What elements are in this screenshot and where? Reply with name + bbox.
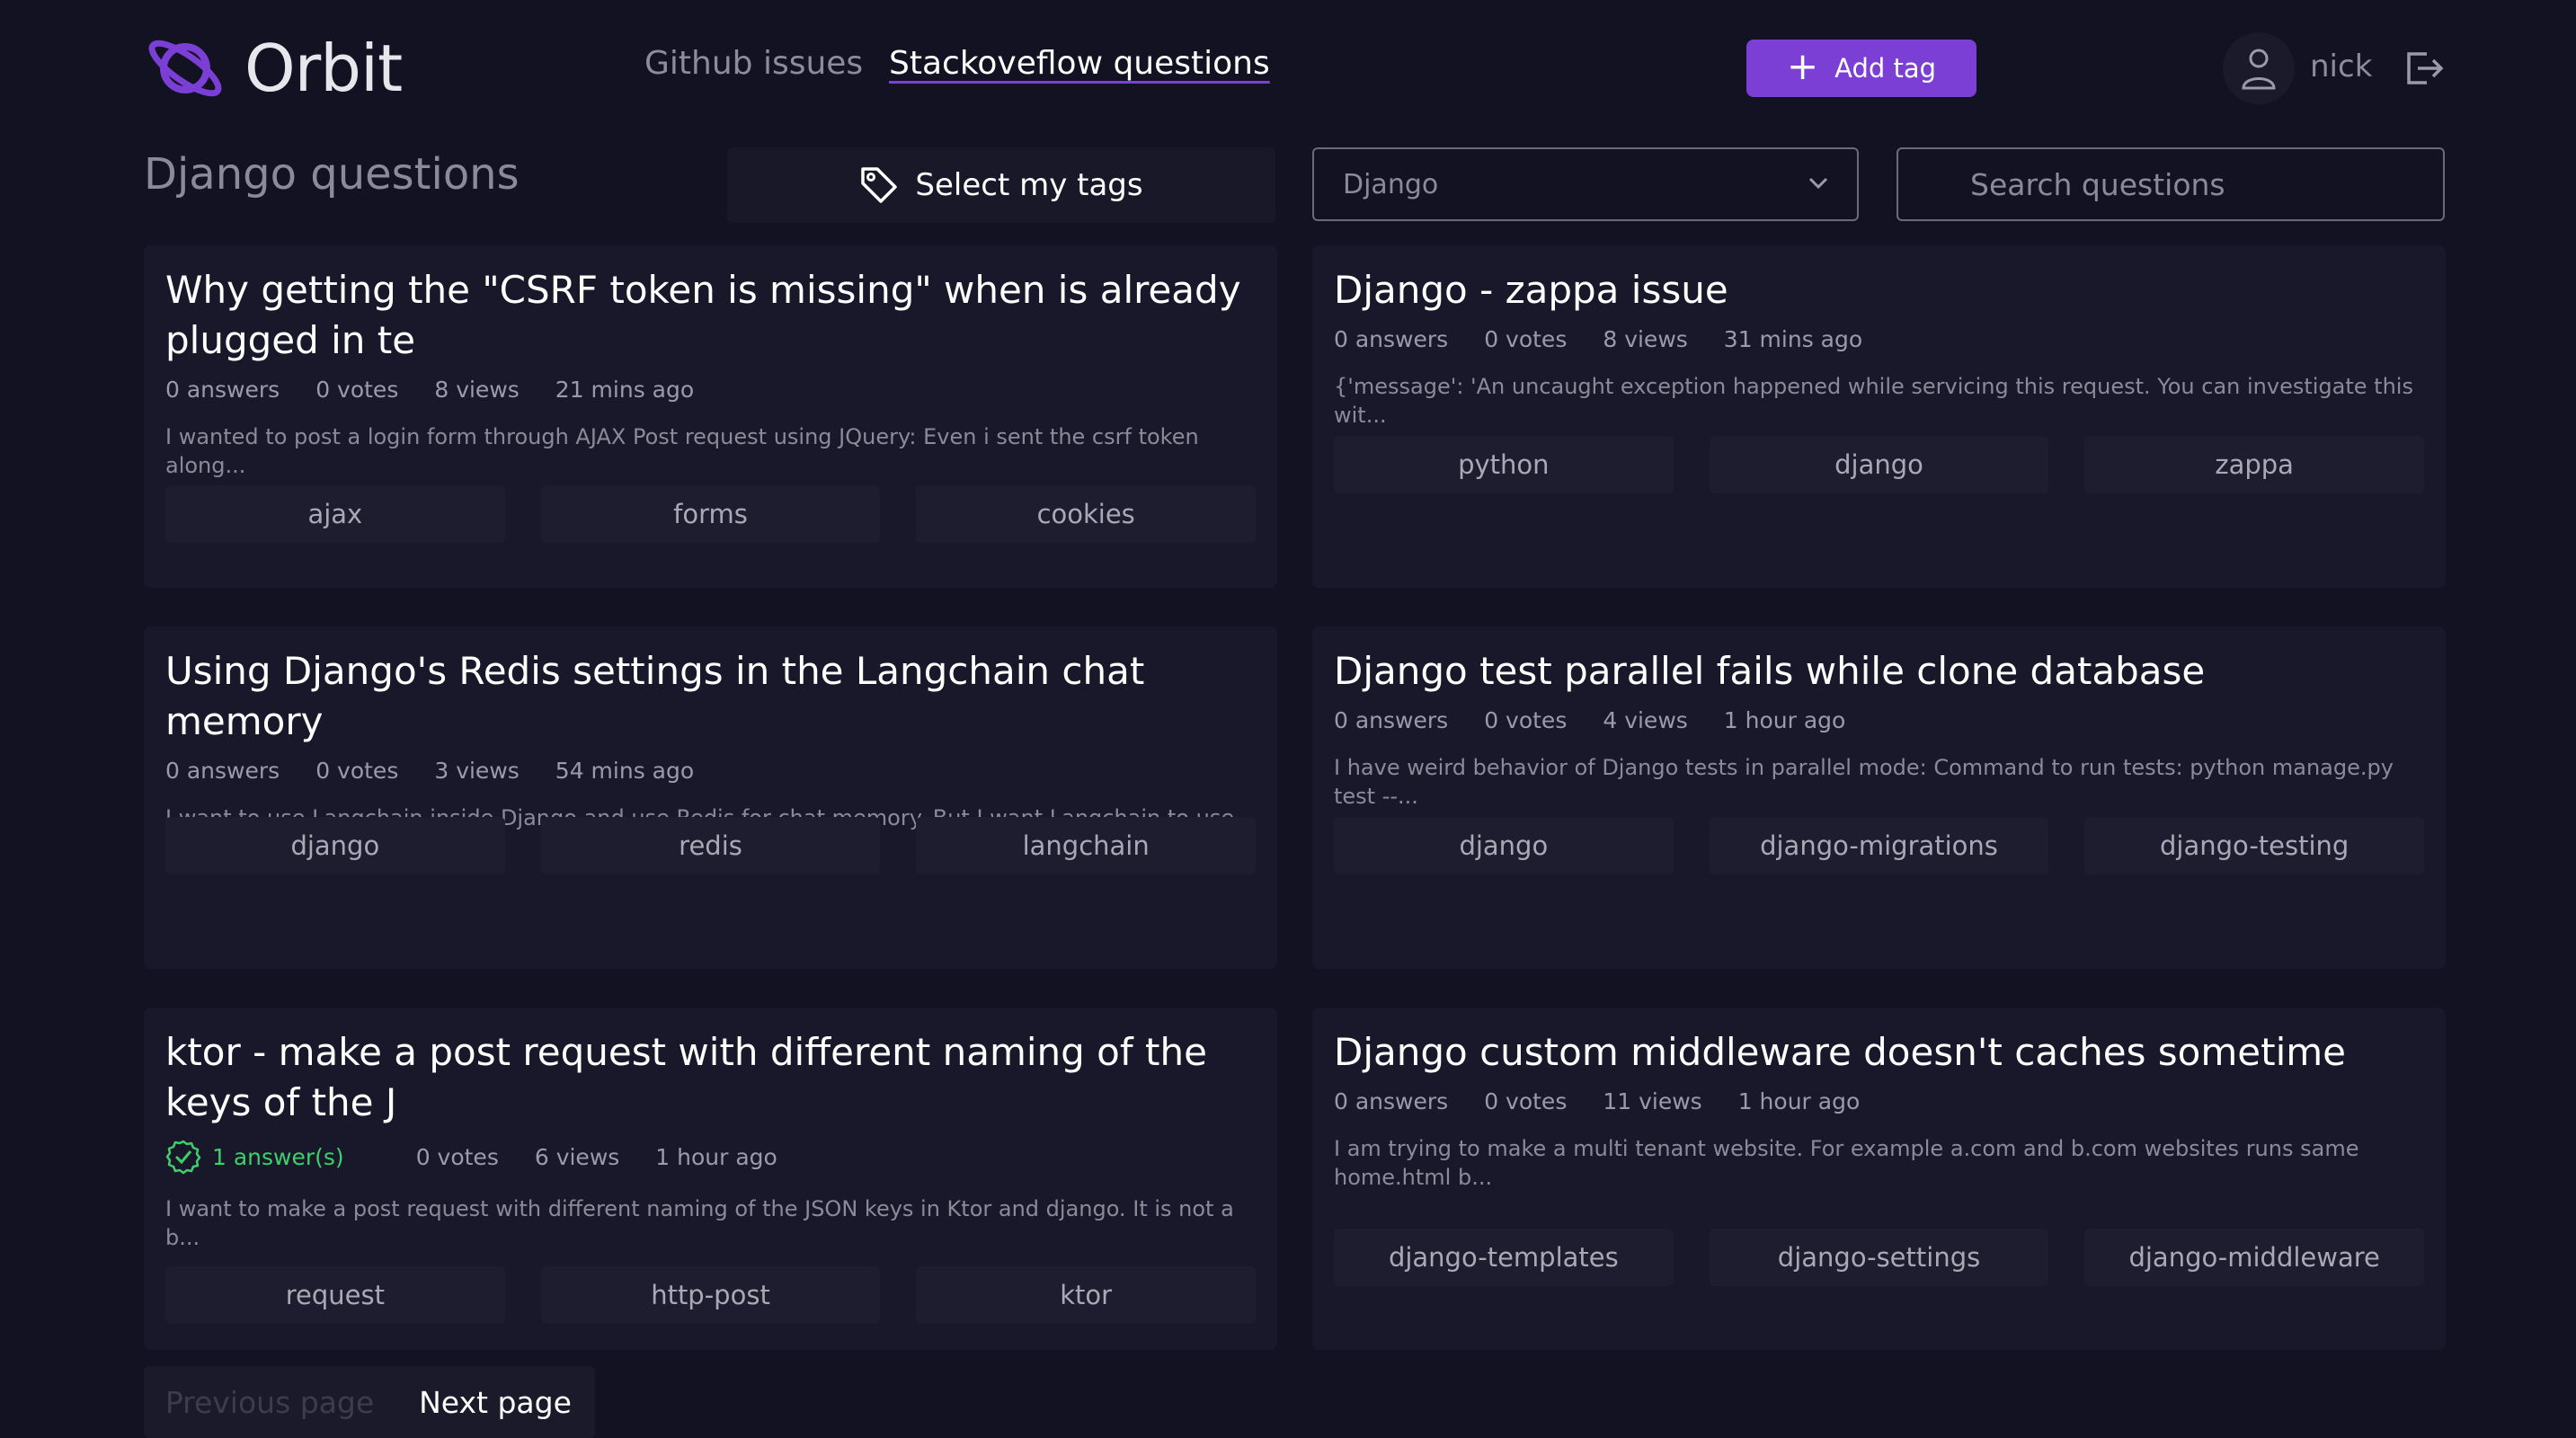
next-page-button[interactable]: Next page [395,1366,595,1438]
question-tag[interactable]: zappa [2084,436,2425,493]
time-ago: 21 mins ago [555,377,695,403]
answers-count: 1 answer(s) [212,1143,344,1170]
votes-count: 0 votes [1484,326,1568,352]
views-count: 4 views [1603,707,1688,733]
question-tag[interactable]: redis [540,817,881,874]
votes-count: 0 votes [1484,707,1568,733]
question-tag[interactable]: ktor [916,1266,1257,1324]
tag-list: django-templates django-settings django-… [1334,1229,2425,1286]
tag-list: request http-post ktor [165,1266,1257,1324]
question-excerpt: I wanted to post a login form through AJ… [165,424,1199,478]
tag-filter-select[interactable]: Django [1312,147,1859,221]
votes-count: 0 votes [315,377,399,403]
tag-list: ajax forms cookies [165,485,1257,543]
question-meta: 0 answers 0 votes 8 views 31 mins ago [1334,326,2424,352]
nav-stackoverflow-questions[interactable]: Stackoveflow questions [889,45,1270,82]
question-card[interactable]: ktor - make a post request with differen… [144,1007,1277,1350]
question-excerpt: I want to make a post request with diffe… [165,1196,1234,1250]
time-ago: 31 mins ago [1723,326,1863,352]
nav-github-issues[interactable]: Github issues [644,45,863,82]
votes-count: 0 votes [1484,1088,1568,1114]
question-meta: 0 answers 0 votes 4 views 1 hour ago [1334,707,2424,733]
views-count: 11 views [1603,1088,1702,1114]
question-card[interactable]: Django - zappa issue 0 answers 0 votes 8… [1312,245,2446,588]
planet-logo-icon [148,40,222,97]
logout-icon[interactable] [2403,49,2445,88]
time-ago: 1 hour ago [1723,707,1846,733]
question-title[interactable]: ktor - make a post request with differen… [165,1027,1256,1128]
time-ago: 1 hour ago [1737,1088,1861,1114]
question-meta: 0 answers 0 votes 8 views 21 mins ago [165,377,1256,403]
logo-text: Orbit [244,31,403,106]
time-ago: 1 hour ago [655,1143,777,1170]
question-tag[interactable]: django [165,817,505,874]
plus-icon: + [1786,44,1819,88]
tag-list: django redis langchain [165,817,1257,874]
question-title[interactable]: Django custom middleware doesn't caches … [1334,1027,2424,1078]
page-title: Django questions [144,149,520,200]
question-tag[interactable]: langchain [916,817,1257,874]
question-card[interactable]: Why getting the "CSRF token is missing" … [144,245,1277,588]
question-meta: 0 answers 0 votes 3 views 54 mins ago [165,758,1256,784]
search-input[interactable] [1896,147,2445,221]
question-tag[interactable]: django-testing [2084,817,2425,874]
answers-count: 0 answers [1334,1088,1449,1114]
question-card[interactable]: Using Django's Redis settings in the Lan… [144,626,1277,969]
question-tag[interactable]: django-templates [1334,1229,1674,1286]
answers-count: 0 answers [165,377,280,403]
select-my-tags-label: Select my tags [915,167,1143,203]
question-tag[interactable]: cookies [916,485,1257,543]
answered-indicator: 1 answer(s) [165,1139,380,1175]
question-title[interactable]: Using Django's Redis settings in the Lan… [165,646,1256,747]
question-excerpt: {'message': 'An uncaught exception happe… [1334,374,2413,428]
add-tag-button[interactable]: + Add tag [1746,40,1976,97]
user-name: nick [2310,49,2373,84]
views-count: 8 views [1603,326,1688,352]
time-ago: 54 mins ago [555,758,695,784]
question-tag[interactable]: django [1334,817,1674,874]
question-tag[interactable]: django-settings [1709,1229,2049,1286]
tag-icon [861,167,898,203]
previous-page-button[interactable]: Previous page [144,1366,395,1438]
check-circle-icon [165,1140,201,1175]
question-tag[interactable]: request [165,1266,505,1324]
question-meta: 1 answer(s) 0 votes 6 views 1 hour ago [165,1139,1256,1175]
votes-count: 0 votes [315,758,399,784]
answers-count: 0 answers [1334,707,1449,733]
views-count: 6 views [534,1143,620,1170]
question-card[interactable]: Django custom middleware doesn't caches … [1312,1007,2446,1350]
question-excerpt: I have weird behavior of Django tests in… [1334,755,2394,809]
avatar[interactable] [2223,32,2295,104]
tag-list: django django-migrations django-testing [1334,817,2425,874]
answers-count: 0 answers [165,758,280,784]
views-count: 3 views [434,758,520,784]
question-tag[interactable]: django-middleware [2084,1229,2425,1286]
question-title[interactable]: Django test parallel fails while clone d… [1334,646,2424,697]
question-tag[interactable]: django [1709,436,2049,493]
orbit-logo[interactable]: Orbit [144,31,403,106]
pagination: Previous page Next page [144,1366,595,1438]
chevron-down-icon [1808,177,1828,190]
question-title[interactable]: Django - zappa issue [1334,265,2424,315]
question-tag[interactable]: ajax [165,485,505,543]
question-meta: 0 answers 0 votes 11 views 1 hour ago [1334,1088,2424,1114]
select-my-tags-button[interactable]: Select my tags [727,147,1275,223]
question-tag[interactable]: django-migrations [1709,817,2049,874]
answers-count: 0 answers [1334,326,1449,352]
question-tag[interactable]: python [1334,436,1674,493]
question-tag[interactable]: http-post [540,1266,881,1324]
votes-count: 0 votes [415,1143,499,1170]
question-title[interactable]: Why getting the "CSRF token is missing" … [165,265,1256,366]
question-card[interactable]: Django test parallel fails while clone d… [1312,626,2446,969]
question-excerpt: I am trying to make a multi tenant websi… [1334,1136,2359,1190]
views-count: 8 views [434,377,520,403]
add-tag-label: Add tag [1834,53,1937,84]
question-tag[interactable]: forms [540,485,881,543]
user-icon [2242,49,2276,90]
tag-list: python django zappa [1334,436,2425,493]
tag-filter-value: Django [1343,168,1439,200]
